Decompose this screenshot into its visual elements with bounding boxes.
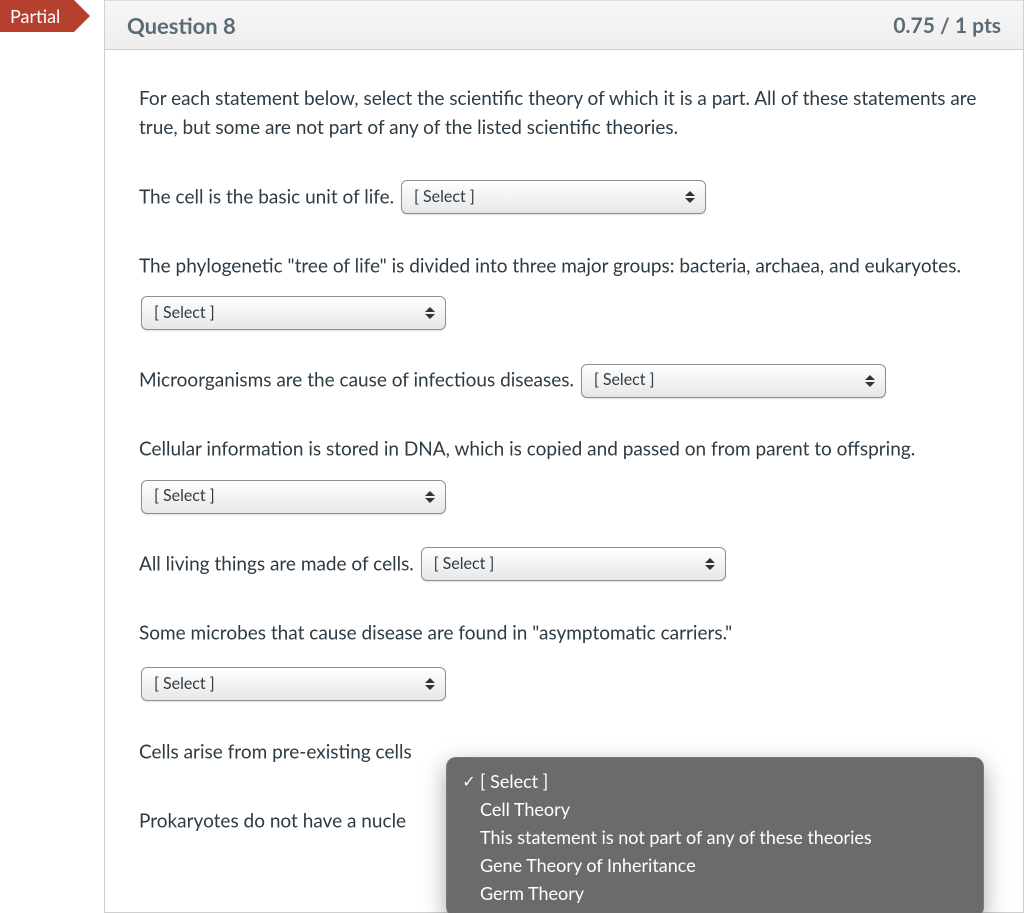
theory-select[interactable]: [ Select ] bbox=[581, 364, 886, 398]
menu-option-label: This statement is not part of any of the… bbox=[480, 826, 872, 848]
statement-row: All living things are made of cells. [ S… bbox=[139, 540, 989, 587]
menu-option[interactable]: Germ Theory bbox=[446, 879, 984, 907]
question-title: Question 8 bbox=[127, 12, 236, 39]
grade-ribbon-label: Partial bbox=[0, 0, 74, 32]
statement-text: offspring. bbox=[837, 438, 916, 461]
theory-select[interactable]: [ Select ] bbox=[141, 296, 446, 330]
question-prompt: For each statement below, select the sci… bbox=[139, 84, 989, 143]
statement-row: [ Select ] bbox=[139, 660, 989, 706]
menu-option-label: Cell Theory bbox=[480, 798, 570, 820]
statement-text: Microorganisms are the cause of infectio… bbox=[139, 369, 574, 392]
select-value: [ Select ] bbox=[434, 545, 495, 583]
theory-select-menu[interactable]: ✓ [ Select ] Cell Theory This statement … bbox=[446, 757, 984, 913]
statement-text: The phylogenetic "tree of life" is divid… bbox=[139, 254, 865, 277]
menu-option-label: Germ Theory bbox=[480, 882, 584, 904]
statement-text: All living things are made of cells. bbox=[139, 552, 414, 575]
statement-row: Cellular information is stored in DNA, w… bbox=[139, 425, 989, 518]
menu-option[interactable]: Gene Theory of Inheritance bbox=[446, 851, 984, 879]
select-value: [ Select ] bbox=[154, 665, 215, 703]
menu-option-label: Gene Theory of Inheritance bbox=[480, 854, 696, 876]
ribbon-arrow-icon bbox=[74, 0, 90, 32]
menu-option[interactable]: ✓ [ Select ] bbox=[446, 767, 984, 795]
question-points: 0.75 / 1 pts bbox=[893, 13, 1001, 38]
statement-text: Cells arise from pre-existing cells bbox=[139, 740, 412, 763]
menu-option-label: [ Select ] bbox=[480, 770, 548, 792]
select-caret-icon bbox=[685, 191, 695, 203]
question-header: Question 8 0.75 / 1 pts bbox=[104, 0, 1024, 50]
menu-option[interactable]: This statement is not part of any of the… bbox=[446, 823, 984, 851]
menu-option[interactable]: Cell Theory bbox=[446, 795, 984, 823]
select-value: [ Select ] bbox=[414, 178, 475, 216]
statement-text: The cell is the basic unit of life. bbox=[139, 185, 394, 208]
check-icon: ✓ bbox=[458, 772, 480, 791]
select-value: [ Select ] bbox=[594, 361, 655, 399]
statement-row: Microorganisms are the cause of infectio… bbox=[139, 356, 989, 403]
statement-row: The phylogenetic "tree of life" is divid… bbox=[139, 242, 989, 335]
theory-select[interactable]: [ Select ] bbox=[141, 480, 446, 514]
select-caret-icon bbox=[425, 678, 435, 690]
select-caret-icon bbox=[425, 491, 435, 503]
theory-select[interactable]: [ Select ] bbox=[421, 547, 726, 581]
statement-text: eukaryotes. bbox=[865, 254, 961, 277]
select-caret-icon bbox=[865, 375, 875, 387]
statement-text: Prokaryotes do not have a nucle bbox=[139, 809, 406, 832]
theory-select[interactable]: [ Select ] bbox=[401, 180, 706, 214]
select-value: [ Select ] bbox=[154, 294, 215, 332]
select-caret-icon bbox=[425, 307, 435, 319]
theory-select[interactable]: [ Select ] bbox=[141, 667, 446, 701]
select-value: [ Select ] bbox=[154, 477, 215, 515]
statement-row: Some microbes that cause disease are fou… bbox=[139, 609, 989, 656]
statement-row: The cell is the basic unit of life. [ Se… bbox=[139, 173, 989, 220]
statement-text: Cellular information is stored in DNA, w… bbox=[139, 438, 837, 461]
quiz-question-page: Partial Question 8 0.75 / 1 pts For each… bbox=[0, 0, 1024, 913]
statement-text: Some microbes that cause disease are fou… bbox=[139, 621, 732, 644]
select-caret-icon bbox=[705, 558, 715, 570]
grade-ribbon: Partial bbox=[0, 0, 90, 32]
